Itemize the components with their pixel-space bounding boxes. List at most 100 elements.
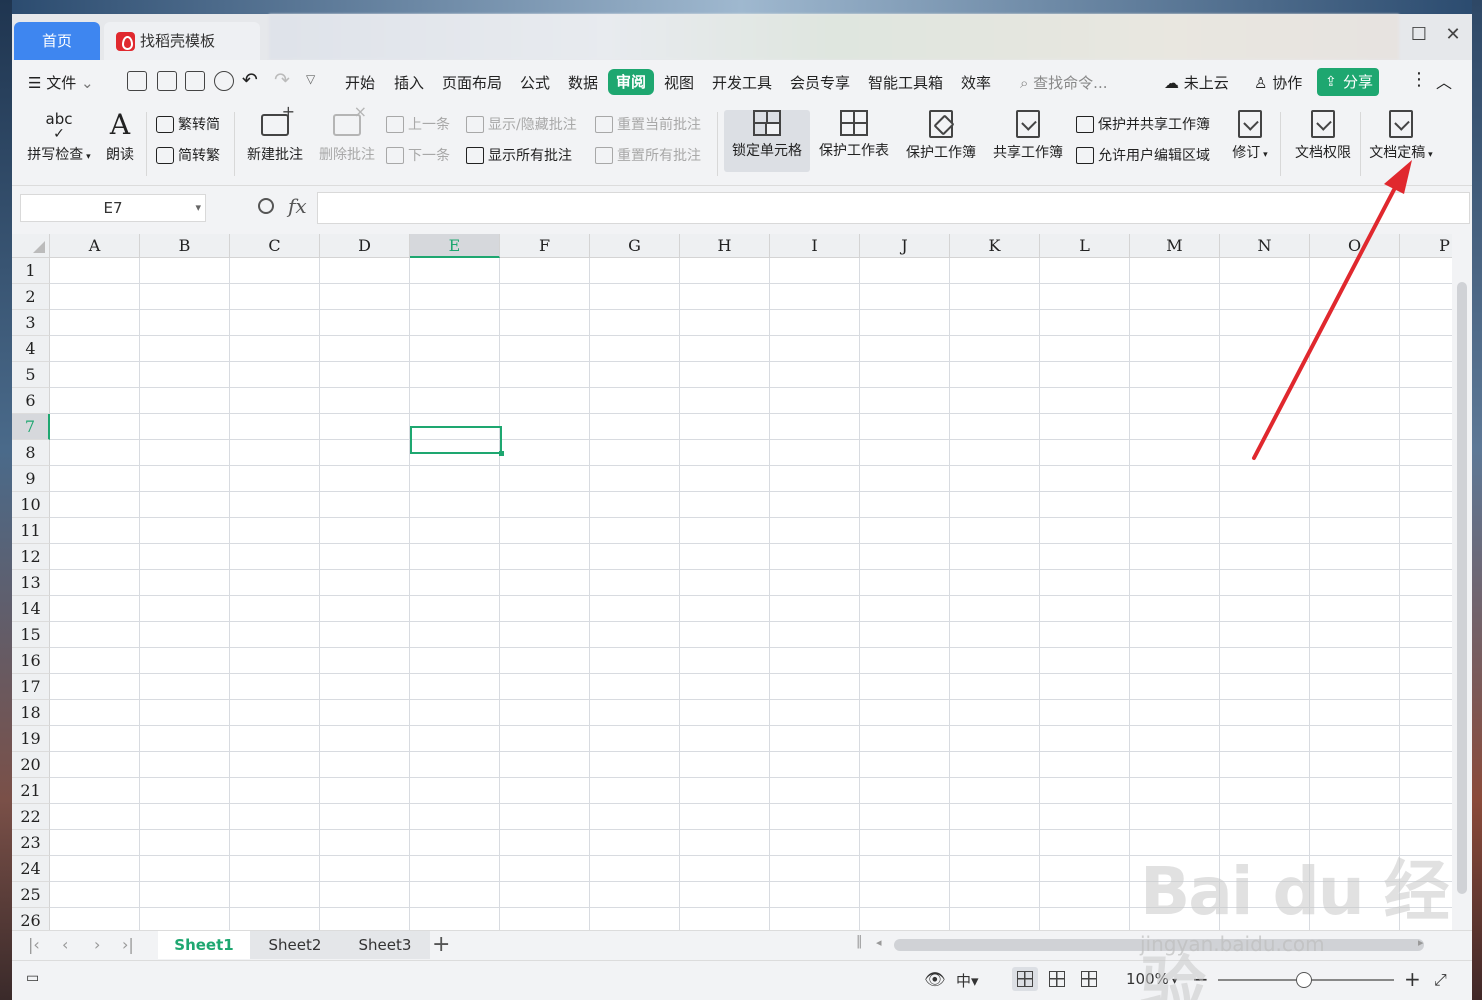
lock-cell-button[interactable]: 锁定单元格 xyxy=(726,110,808,160)
row-header-21[interactable]: 21 xyxy=(12,778,50,804)
menu-item-start[interactable]: 开始 xyxy=(345,72,375,93)
new-comment-button[interactable]: 新建批注 xyxy=(242,102,308,164)
menu-item-smart-toolbox[interactable]: 智能工具箱 xyxy=(868,72,943,93)
menu-item-insert[interactable]: 插入 xyxy=(394,72,424,93)
menu-item-page-layout[interactable]: 页面布局 xyxy=(442,72,502,93)
row-header-25[interactable]: 25 xyxy=(12,882,50,908)
row-header-4[interactable]: 4 xyxy=(12,336,50,362)
page-layout-view-icon[interactable] xyxy=(1044,967,1070,991)
show-hide-comment-button[interactable]: 显示/隐藏批注 xyxy=(466,114,577,134)
fx-icon[interactable]: fx xyxy=(288,194,307,218)
row-header-9[interactable]: 9 xyxy=(12,466,50,492)
next-comment-button[interactable]: 下一条 xyxy=(386,145,450,165)
share-button[interactable]: 分享 xyxy=(1317,68,1379,96)
show-all-comments-button[interactable]: 显示所有批注 xyxy=(466,145,572,165)
row-header-11[interactable]: 11 xyxy=(12,518,50,544)
quick-access-more-icon[interactable]: ▽ xyxy=(306,72,315,86)
share-workbook-button[interactable]: 共享工作簿 xyxy=(988,110,1068,162)
name-box[interactable]: E7 xyxy=(20,194,206,222)
read-aloud-button[interactable]: A 朗读 xyxy=(102,110,138,164)
collab-button[interactable]: ♙ 协作 xyxy=(1254,72,1302,93)
menu-item-view[interactable]: 视图 xyxy=(664,72,694,93)
cloud-status[interactable]: ☁ 未上云 xyxy=(1164,72,1229,93)
protect-share-workbook-button[interactable]: 保护并共享工作簿 xyxy=(1076,114,1210,134)
undo-icon[interactable]: ↶ xyxy=(242,69,258,91)
protect-sheet-button[interactable]: 保护工作表 xyxy=(814,110,894,160)
row-header-3[interactable]: 3 xyxy=(12,310,50,336)
column-header-G[interactable]: G xyxy=(590,234,680,258)
row-header-8[interactable]: 8 xyxy=(12,440,50,466)
column-header-D[interactable]: D xyxy=(320,234,410,258)
row-header-22[interactable]: 22 xyxy=(12,804,50,830)
maximize-icon[interactable]: ☐ xyxy=(1402,22,1436,48)
row-header-14[interactable]: 14 xyxy=(12,596,50,622)
row-header-15[interactable]: 15 xyxy=(12,622,50,648)
protect-workbook-button[interactable]: 保护工作簿 xyxy=(901,110,981,162)
redo-icon[interactable]: ↷ xyxy=(274,69,290,91)
zoom-formula-icon[interactable] xyxy=(258,198,274,214)
row-header-1[interactable]: 1 xyxy=(12,258,50,284)
sheet-tab-3[interactable]: Sheet3 xyxy=(340,931,430,959)
column-header-P[interactable]: P xyxy=(1400,234,1452,258)
formula-input[interactable] xyxy=(317,192,1470,224)
delete-comment-button[interactable]: 删除批注 xyxy=(314,102,380,164)
sheet-tab-1[interactable]: Sheet1 xyxy=(158,931,250,959)
save-icon[interactable] xyxy=(127,71,147,91)
macro-record-icon[interactable]: ▭ xyxy=(26,970,39,986)
export-pdf-icon[interactable] xyxy=(157,71,177,91)
first-sheet-icon[interactable]: |‹ xyxy=(28,935,40,954)
reset-current-comment-button[interactable]: 重置当前批注 xyxy=(595,114,701,134)
print-icon[interactable] xyxy=(185,71,205,91)
normal-view-icon[interactable] xyxy=(1012,967,1038,991)
menu-item-member[interactable]: 会员专享 xyxy=(790,72,850,93)
column-header-K[interactable]: K xyxy=(950,234,1040,258)
doc-permission-button[interactable]: 文档权限 xyxy=(1288,110,1358,162)
column-header-L[interactable]: L xyxy=(1040,234,1130,258)
row-header-13[interactable]: 13 xyxy=(12,570,50,596)
column-header-N[interactable]: N xyxy=(1220,234,1310,258)
selected-cell[interactable] xyxy=(410,426,504,456)
row-header-20[interactable]: 20 xyxy=(12,752,50,778)
prev-comment-button[interactable]: 上一条 xyxy=(386,114,450,134)
menu-item-efficiency[interactable]: 效率 xyxy=(961,72,991,93)
row-header-26[interactable]: 26 xyxy=(12,908,50,930)
menu-item-review[interactable]: 审阅 xyxy=(608,69,654,95)
revise-button[interactable]: 修订 ▾ xyxy=(1228,110,1272,162)
command-search[interactable]: ⌕ 查找命令... xyxy=(1020,72,1107,93)
split-handle-icon[interactable]: ‖ xyxy=(856,934,863,949)
vertical-scrollbar[interactable] xyxy=(1452,234,1472,930)
row-header-6[interactable]: 6 xyxy=(12,388,50,414)
column-header-I[interactable]: I xyxy=(770,234,860,258)
column-header-C[interactable]: C xyxy=(230,234,320,258)
row-header-2[interactable]: 2 xyxy=(12,284,50,310)
file-menu[interactable]: ☰ 文件 ⌄ xyxy=(28,72,94,93)
column-header-E[interactable]: E xyxy=(410,234,500,258)
column-header-A[interactable]: A xyxy=(50,234,140,258)
column-header-F[interactable]: F xyxy=(500,234,590,258)
column-header-M[interactable]: M xyxy=(1130,234,1220,258)
row-header-12[interactable]: 12 xyxy=(12,544,50,570)
last-sheet-icon[interactable]: ›| xyxy=(122,935,134,954)
add-sheet-icon[interactable]: + xyxy=(432,931,450,959)
tab-template[interactable]: 找稻壳模板 xyxy=(104,22,260,60)
spellcheck-button[interactable]: abc 拼写检查 ▾ xyxy=(22,110,96,164)
simp-to-trad-button[interactable]: 简转繁 xyxy=(156,145,220,165)
vertical-scroll-thumb[interactable] xyxy=(1457,282,1467,894)
row-header-5[interactable]: 5 xyxy=(12,362,50,388)
row-header-16[interactable]: 16 xyxy=(12,648,50,674)
eye-protection-icon[interactable]: 👁 xyxy=(924,970,946,990)
cell-grid[interactable] xyxy=(50,258,1452,930)
page-break-view-icon[interactable] xyxy=(1076,967,1102,991)
row-header-23[interactable]: 23 xyxy=(12,830,50,856)
row-header-18[interactable]: 18 xyxy=(12,700,50,726)
more-options-icon[interactable]: ⋮ xyxy=(1410,69,1428,90)
print-preview-icon[interactable] xyxy=(214,71,234,91)
row-header-19[interactable]: 19 xyxy=(12,726,50,752)
menu-item-data[interactable]: 数据 xyxy=(568,72,598,93)
prev-sheet-icon[interactable]: ‹ xyxy=(62,935,68,954)
reset-all-comments-button[interactable]: 重置所有批注 xyxy=(595,145,701,165)
column-header-O[interactable]: O xyxy=(1310,234,1400,258)
menu-item-formula[interactable]: 公式 xyxy=(520,72,550,93)
trad-to-simp-button[interactable]: 繁转简 xyxy=(156,114,220,134)
tab-home[interactable]: 首页 xyxy=(14,22,100,60)
